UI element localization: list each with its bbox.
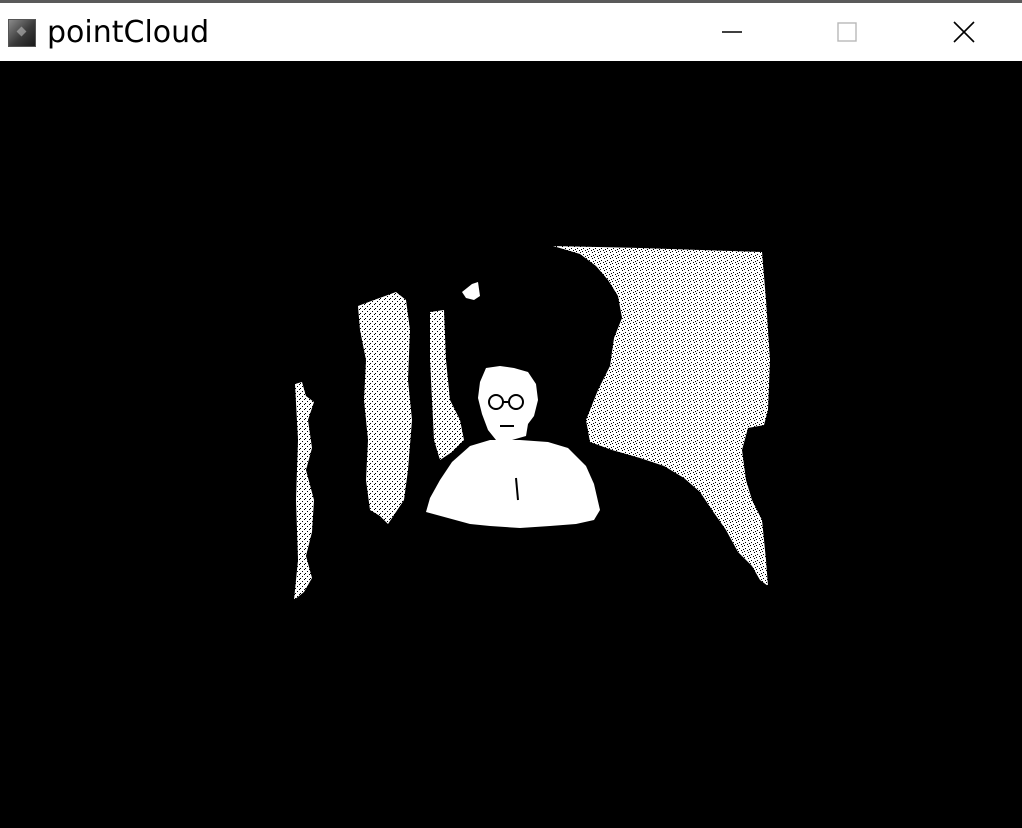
maximize-icon (836, 22, 857, 42)
minimize-icon (721, 31, 742, 33)
point-cluster-wall (553, 246, 770, 586)
point-cloud-render (294, 246, 770, 600)
close-icon (952, 21, 975, 43)
pointcloud-window: pointCloud (0, 0, 1022, 828)
point-cluster-fragment (462, 282, 480, 300)
point-cluster-bar (430, 310, 464, 460)
maximize-button[interactable] (789, 3, 904, 61)
minimize-button[interactable] (674, 3, 789, 61)
window-title: pointCloud (47, 15, 210, 50)
title-bar[interactable]: pointCloud (0, 0, 1022, 61)
app-icon[interactable] (8, 19, 36, 47)
point-cluster-person-torso (426, 440, 600, 528)
point-cluster-door-frame (358, 292, 412, 524)
close-button[interactable] (906, 3, 1021, 61)
point-cluster-left-edge (294, 382, 314, 600)
point-cloud-viewport[interactable] (0, 61, 1022, 828)
